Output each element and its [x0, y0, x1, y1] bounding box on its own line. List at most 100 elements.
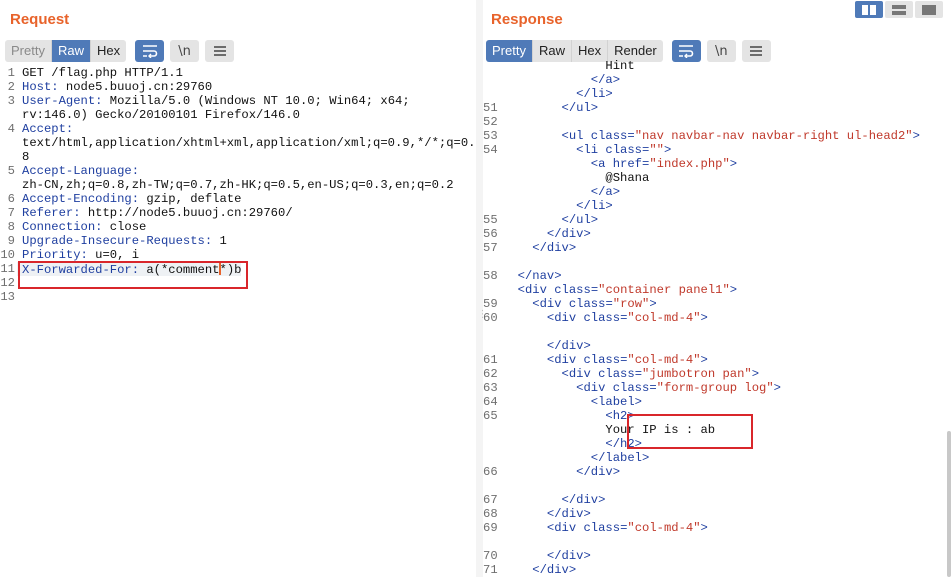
request-line[interactable]: 13: [0, 290, 476, 304]
response-line[interactable]: 69 <div class="col-md-4">: [483, 521, 952, 535]
response-line[interactable]: [483, 479, 952, 493]
request-line-text: [17, 276, 22, 290]
request-line[interactable]: 7 Referer: http://node5.buuoj.cn:29760/: [0, 206, 476, 220]
response-line-text: <li class="">: [497, 143, 671, 157]
attr-equals: =: [649, 381, 657, 395]
attr-value: "": [649, 143, 664, 157]
response-line[interactable]: Hint: [483, 59, 952, 73]
request-line[interactable]: 2 Host: node5.buuoj.cn:29760: [0, 80, 476, 94]
response-line[interactable]: 56 </div>: [483, 227, 952, 241]
html-tag: </a>: [590, 185, 621, 199]
request-line[interactable]: 8 Connection: close: [0, 220, 476, 234]
request-line[interactable]: 4 Accept:: [0, 122, 476, 136]
split-columns-icon[interactable]: [855, 1, 883, 18]
request-line[interactable]: 1 GET /flag.php HTTP/1.1: [0, 66, 476, 80]
tag-close: >: [700, 353, 708, 367]
response-line[interactable]: @Shana: [483, 171, 952, 185]
html-tag: <div: [532, 297, 562, 311]
response-line-text: </div>: [497, 507, 591, 521]
response-line[interactable]: 60 <div class="col-md-4">: [483, 311, 952, 325]
response-line[interactable]: 70 </div>: [483, 549, 952, 563]
line-number: 64: [483, 395, 498, 409]
request-line[interactable]: text/html,application/xhtml+xml,applicat…: [0, 136, 476, 150]
request-line[interactable]: 3 User-Agent: Mozilla/5.0 (Windows NT 10.…: [0, 94, 476, 108]
pane-divider[interactable]: [476, 0, 483, 577]
response-line[interactable]: 55 </ul>: [483, 213, 952, 227]
single-pane-icon[interactable]: [915, 1, 943, 18]
response-editor[interactable]: Hint </a> </li> 51 </ul> 52 53 <ul class="n…: [483, 59, 952, 577]
response-line[interactable]: 66 </div>: [483, 465, 952, 479]
response-line[interactable]: 68 </div>: [483, 507, 952, 521]
response-line[interactable]: 51 </ul>: [483, 101, 952, 115]
response-line[interactable]: [483, 535, 952, 549]
response-line-text: </div>: [497, 493, 606, 507]
request-line[interactable]: 12: [0, 276, 476, 290]
request-title: Request: [10, 11, 70, 28]
response-line[interactable]: 52: [483, 115, 952, 129]
tab-raw[interactable]: Raw: [51, 40, 91, 62]
tab-hex[interactable]: Hex: [90, 40, 127, 62]
header-name: User-Agent: [22, 94, 96, 108]
line-number: [483, 325, 497, 339]
request-line[interactable]: rv:146.0) Gecko/20100101 Firefox/146.0: [0, 108, 476, 122]
response-line[interactable]: </li>: [483, 87, 952, 101]
text-node: @Shana: [605, 171, 650, 185]
request-line-text: Upgrade-Insecure-Requests: 1: [17, 234, 227, 248]
line-number: 2: [7, 80, 15, 94]
request-line[interactable]: 5 Accept-Language:: [0, 164, 476, 178]
header-value: GET /flag.php HTTP/1.1: [22, 66, 183, 80]
response-line[interactable]: 63 <div class="form-group log">: [483, 381, 952, 395]
response-line[interactable]: </a>: [483, 185, 952, 199]
request-line[interactable]: 6 Accept-Encoding: gzip, deflate: [0, 192, 476, 206]
show-newlines-icon[interactable]: \n: [170, 40, 200, 62]
attr-name: class: [605, 143, 642, 157]
response-scrollbar[interactable]: [947, 431, 951, 577]
response-line[interactable]: 53 <ul class="nav navbar-nav navbar-righ…: [483, 129, 952, 143]
line-number: [483, 535, 497, 549]
response-line[interactable]: </li>: [483, 199, 952, 213]
response-line[interactable]: 67 </div>: [483, 493, 952, 507]
html-tag: <div: [576, 381, 606, 395]
response-line[interactable]: </a>: [483, 73, 952, 87]
response-line[interactable]: 62 <div class="jumbotron pan">: [483, 367, 952, 381]
response-line[interactable]: 54 <li class="">: [483, 143, 952, 157]
line-number: 53: [483, 129, 498, 143]
html-tag: <li: [576, 143, 599, 157]
response-line[interactable]: 59 <div class="row">: [483, 297, 952, 311]
hamburger-menu-icon[interactable]: [205, 40, 235, 62]
request-editor[interactable]: 1 GET /flag.php HTTP/1.1 2 Host: node5.buuo…: [0, 66, 476, 577]
response-line[interactable]: 71 </div>: [483, 563, 952, 577]
response-line[interactable]: </label>: [483, 451, 952, 465]
request-line-text: Referer: http://node5.buuoj.cn:29760/: [17, 206, 293, 220]
response-line-text: </li>: [497, 87, 613, 101]
response-line[interactable]: <a href="index.php">: [483, 157, 952, 171]
response-line[interactable]: </h2>: [483, 437, 952, 451]
split-rows-icon[interactable]: [885, 1, 913, 18]
request-line[interactable]: 8: [0, 150, 476, 164]
request-line[interactable]: 11 X-Forwarded-For: a(*comment*)b: [0, 262, 476, 276]
response-line-text: </label>: [497, 451, 650, 465]
response-line[interactable]: </div>: [483, 339, 952, 353]
line-number: 5: [7, 164, 15, 178]
attr-value: "container panel1": [598, 283, 730, 297]
response-line[interactable]: 61 <div class="col-md-4">: [483, 353, 952, 367]
request-line[interactable]: 10 Priority: u=0, i: [0, 248, 476, 262]
response-line-text: </a>: [497, 185, 620, 199]
response-line[interactable]: [483, 325, 952, 339]
request-line[interactable]: 9 Upgrade-Insecure-Requests: 1: [0, 234, 476, 248]
response-line[interactable]: 65 <h2>: [483, 409, 952, 423]
response-line[interactable]: 57 </div>: [483, 241, 952, 255]
line-number: 66: [483, 465, 498, 479]
request-line[interactable]: zh-CN,zh;q=0.8,zh-TW;q=0.7,zh-HK;q=0.5,e…: [0, 178, 476, 192]
response-line[interactable]: <div class="container panel1">: [483, 283, 952, 297]
html-tag: <div: [546, 311, 577, 325]
header-value: rv:146.0) Gecko/20100101 Firefox/146.0: [22, 108, 300, 122]
word-wrap-icon[interactable]: [135, 40, 165, 62]
response-line[interactable]: [483, 255, 952, 269]
response-line[interactable]: Your IP is : ab: [483, 423, 952, 437]
response-line[interactable]: 64 <label>: [483, 395, 952, 409]
tab-pretty[interactable]: Pretty: [5, 40, 52, 62]
html-tag: </div>: [546, 549, 591, 563]
response-line[interactable]: 58 </nav>: [483, 269, 952, 283]
line-number: [0, 108, 17, 122]
